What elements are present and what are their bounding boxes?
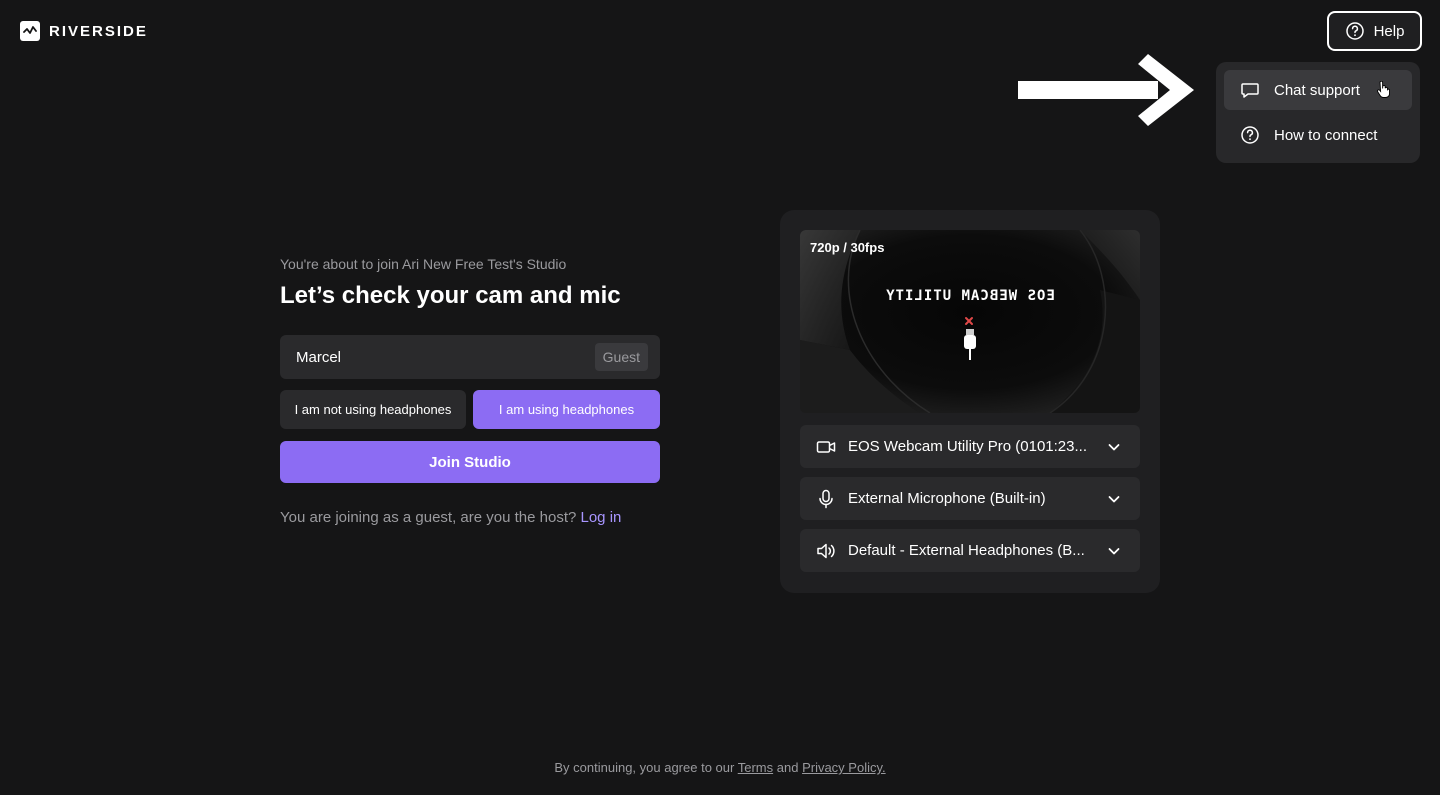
not-using-headphones-button[interactable]: I am not using headphones (280, 390, 466, 429)
guest-note-text: You are joining as a guest, are you the … (280, 509, 577, 526)
logo-text: RIVERSIDE (49, 22, 148, 40)
camera-select-label: EOS Webcam Utility Pro (0101:23... (848, 438, 1087, 455)
chat-bubble-icon (1240, 80, 1260, 100)
microphone-select[interactable]: External Microphone (Built-in) (800, 477, 1140, 520)
menu-item-label: How to connect (1274, 126, 1378, 144)
help-label: Help (1373, 22, 1405, 40)
help-button[interactable]: Help (1327, 11, 1422, 51)
device-settings-card: 720p / 30fps EOS WEBCAM UTILITY EOS Webc… (780, 210, 1160, 593)
preview-camera-text: EOS WEBCAM UTILITY (885, 288, 1055, 304)
terms-link[interactable]: Terms (738, 760, 773, 775)
legal-footer: By continuing, you agree to our Terms an… (0, 760, 1440, 775)
footer-and: and (776, 760, 799, 775)
chevron-down-icon (1104, 541, 1124, 561)
chevron-down-icon (1104, 489, 1124, 509)
footer-prefix: By continuing, you agree to our (554, 760, 735, 775)
help-dropdown-menu: Chat support How to connect (1216, 62, 1420, 163)
hand-cursor-icon (1376, 80, 1390, 103)
riverside-logo-icon (20, 21, 40, 41)
name-field[interactable]: Guest (280, 335, 660, 379)
menu-item-how-to-connect[interactable]: How to connect (1224, 115, 1412, 155)
resolution-label: 720p / 30fps (810, 240, 885, 255)
join-intro-text: You're about to join Ari New Free Test's… (280, 256, 567, 272)
menu-item-chat-support[interactable]: Chat support (1224, 70, 1412, 110)
camera-select[interactable]: EOS Webcam Utility Pro (0101:23... (800, 425, 1140, 468)
microphone-icon (816, 489, 836, 509)
question-circle-icon (1240, 125, 1260, 145)
question-circle-icon (1345, 21, 1365, 41)
join-studio-button[interactable]: Join Studio (280, 441, 660, 483)
privacy-policy-link[interactable]: Privacy Policy. (802, 760, 886, 775)
riverside-logo[interactable]: RIVERSIDE (20, 21, 148, 41)
speaker-select-label: Default - External Headphones (B... (848, 542, 1085, 559)
annotation-arrow-icon (1018, 54, 1194, 126)
microphone-select-label: External Microphone (Built-in) (848, 490, 1046, 507)
guest-badge: Guest (594, 343, 648, 371)
guest-note: You are joining as a guest, are you the … (280, 509, 621, 526)
menu-item-label: Chat support (1274, 81, 1360, 99)
speaker-select[interactable]: Default - External Headphones (B... (800, 529, 1140, 572)
chevron-down-icon (1104, 437, 1124, 457)
page-title: Let’s check your cam and mic (280, 282, 621, 309)
video-camera-icon (816, 437, 836, 457)
name-input[interactable] (296, 348, 595, 366)
login-link[interactable]: Log in (581, 509, 622, 526)
speaker-icon (816, 541, 836, 561)
camera-preview: 720p / 30fps EOS WEBCAM UTILITY (800, 230, 1140, 413)
join-studio-page: RIVERSIDE Help Chat support How to conne… (0, 0, 1440, 795)
using-headphones-button[interactable]: I am using headphones (473, 390, 660, 429)
usb-disconnected-icon (964, 317, 976, 360)
